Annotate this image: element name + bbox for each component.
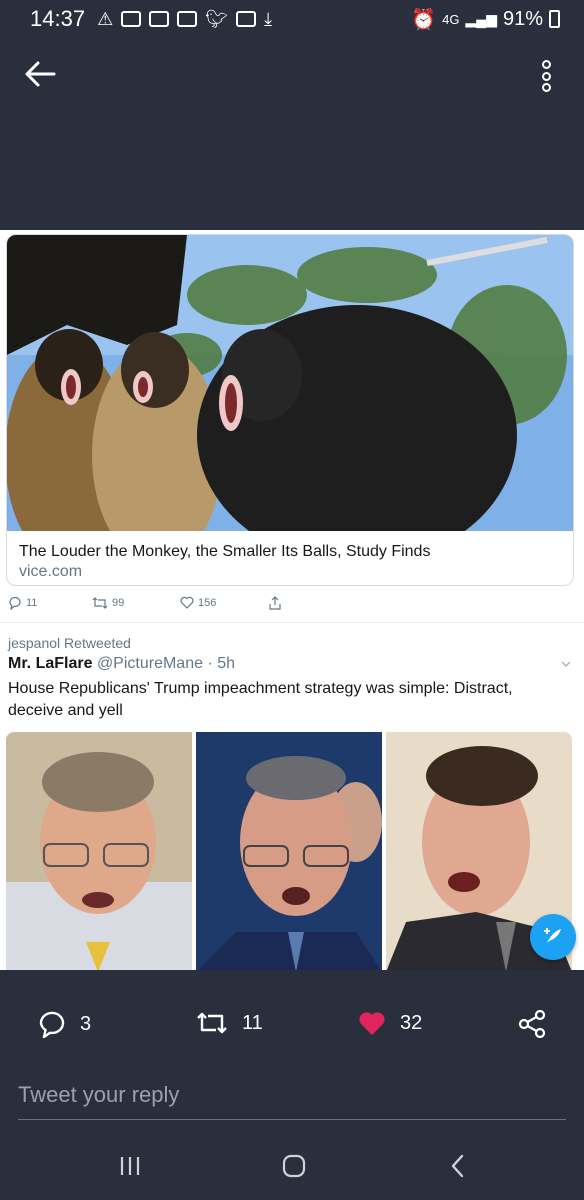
status-bar: 14:37 ⚠ 🐦︎ ⤓ ⏰ 4G ▂▄▆ 91%: [0, 0, 584, 38]
chevron-left-icon: [451, 1154, 464, 1178]
retweet-icon: [92, 597, 108, 609]
photo-2-graphic: [196, 732, 382, 970]
dot: [541, 71, 551, 81]
author-line: Mr. LaFlare @PictureMane · 5h: [8, 655, 235, 673]
reply-button[interactable]: 3: [38, 1010, 91, 1038]
link-card-title: The Louder the Monkey, the Smaller Its B…: [19, 543, 431, 560]
app-header: [0, 38, 584, 230]
share-action[interactable]: [268, 596, 282, 610]
more-options-button[interactable]: [530, 56, 562, 96]
chevron-down-icon[interactable]: [560, 658, 572, 670]
youtube-icon: [236, 11, 257, 27]
share-button[interactable]: [518, 1010, 546, 1038]
alarm-icon: ⏰: [411, 8, 437, 31]
monkeys-image: [7, 235, 573, 531]
warning-icon: ⚠: [97, 8, 114, 29]
twitter-icon: 🐦︎: [205, 8, 229, 29]
reply-icon: [9, 596, 21, 610]
heart-icon: [359, 1012, 385, 1035]
back-button[interactable]: [22, 58, 58, 90]
reply-action[interactable]: 11: [8, 596, 37, 610]
retweet-action[interactable]: 99: [92, 596, 124, 610]
heart-icon: [180, 596, 194, 609]
reply-input[interactable]: Tweet your reply: [18, 1080, 566, 1120]
like-action[interactable]: 156: [180, 596, 216, 609]
gallery-icon: [149, 11, 170, 27]
link-card-domain: vice.com: [19, 563, 83, 580]
bottom-bar: 3 11 32 Tweet your reply: [0, 970, 584, 1200]
tweet-actions: 11 99 156: [8, 596, 308, 612]
retweet-count: 99: [112, 597, 125, 609]
tweet-photos[interactable]: [6, 732, 572, 970]
author-handle[interactable]: @PictureMane: [97, 655, 203, 672]
status-right: ⏰ 4G ▂▄▆ 91%: [411, 7, 560, 32]
photo-1[interactable]: [6, 732, 192, 970]
briefcase-icon: [121, 11, 142, 27]
retweet-button[interactable]: 11: [196, 1010, 263, 1036]
network-type: 4G: [442, 11, 460, 27]
photo-1-graphic: [6, 732, 192, 970]
tweet-text: House Republicans' Trump impeachment str…: [8, 680, 513, 719]
home-icon: [282, 1154, 306, 1178]
dot: [541, 60, 551, 69]
tweet-time: · 5h: [207, 655, 236, 672]
recent-apps-icon: [120, 1157, 140, 1175]
divider: [0, 622, 584, 623]
download-icon: ⤓: [264, 8, 273, 29]
system-nav-bar: [0, 1146, 584, 1186]
share-icon: [269, 596, 281, 610]
reply-icon: [39, 1011, 65, 1038]
photo-2[interactable]: [196, 732, 382, 970]
status-time: 14:37: [30, 6, 86, 31]
like-button[interactable]: 32: [358, 1010, 422, 1036]
feather-plus-icon: [544, 928, 561, 943]
app-icon: [177, 11, 198, 27]
link-card[interactable]: The Louder the Monkey, the Smaller Its B…: [6, 234, 574, 586]
like-count: 156: [198, 596, 217, 609]
battery-percent: 91%: [502, 7, 543, 30]
battery-icon: [549, 10, 560, 28]
retweet-icon: [197, 1012, 227, 1034]
notification-icons: ⚠ 🐦︎ ⤓: [97, 9, 272, 30]
reply-count: 11: [26, 597, 38, 609]
retweet-count: 11: [242, 1011, 263, 1034]
retweeted-by: jespanol Retweeted: [8, 635, 131, 651]
share-icon: [518, 1010, 546, 1038]
signal-icon: ▂▄▆: [465, 10, 497, 27]
home-button[interactable]: [274, 1146, 314, 1186]
compose-reply-button[interactable]: [530, 914, 576, 960]
author-name[interactable]: Mr. LaFlare: [8, 655, 92, 672]
arrow-left-icon: [25, 61, 56, 87]
reply-count: 3: [80, 1012, 92, 1035]
like-count: 32: [400, 1011, 423, 1034]
link-card-image: [7, 235, 573, 531]
tweet-content: The Louder the Monkey, the Smaller Its B…: [0, 230, 584, 970]
system-back-button[interactable]: [438, 1146, 478, 1186]
dot: [541, 83, 551, 92]
recent-apps-button[interactable]: [110, 1146, 150, 1186]
